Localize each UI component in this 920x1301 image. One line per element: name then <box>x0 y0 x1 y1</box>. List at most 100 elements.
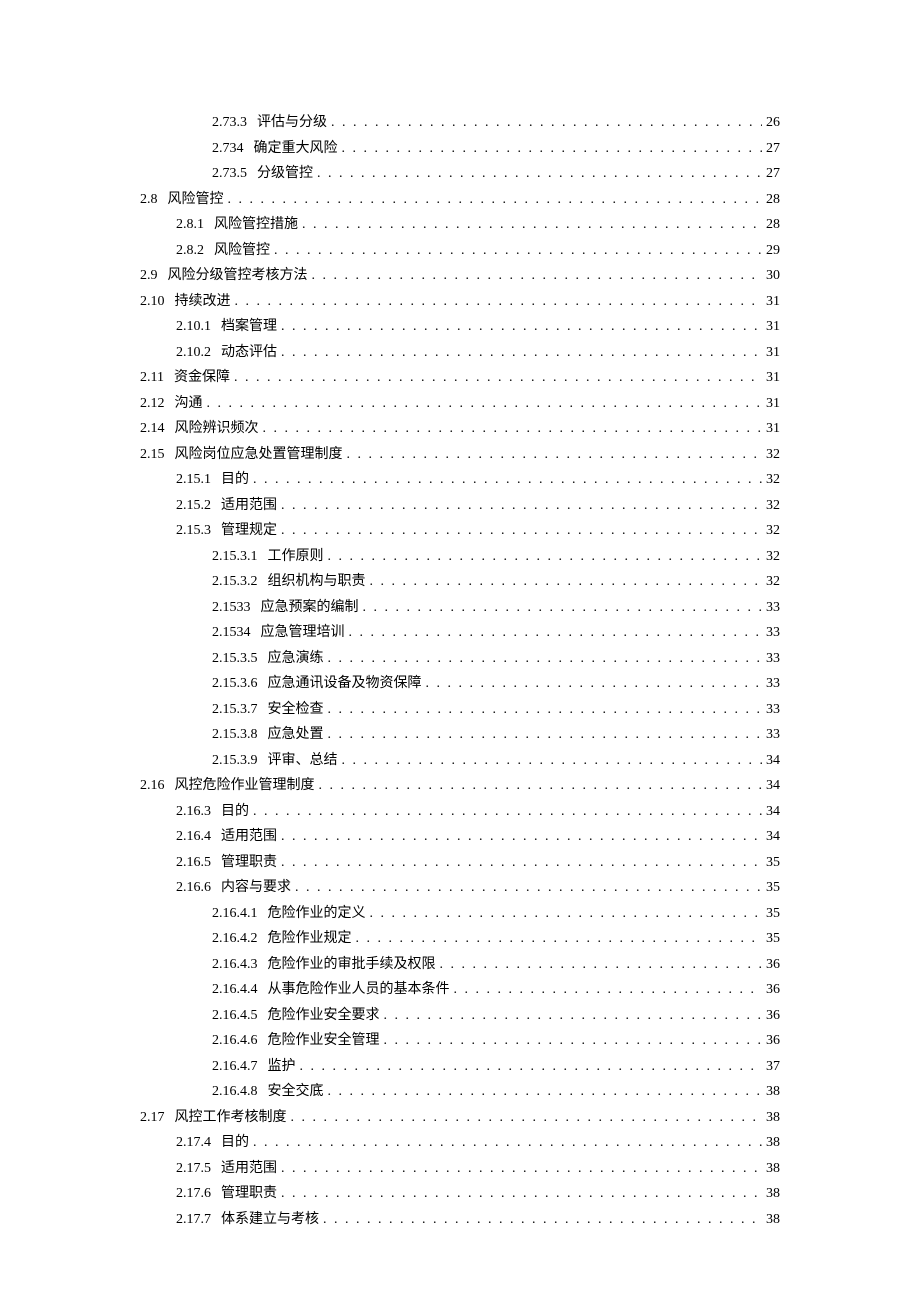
toc-entry-title: 安全交底 <box>268 1079 324 1105</box>
toc-entry-number: 2.16.4.2 <box>212 926 258 952</box>
toc-entry-page: 33 <box>766 595 780 621</box>
toc-leader-dots <box>342 748 763 774</box>
toc-entry-page: 28 <box>766 187 780 213</box>
toc-entry-title: 从事危险作业人员的基本条件 <box>268 977 450 1003</box>
toc-entry-title: 安全检查 <box>268 697 324 723</box>
toc-entry: 2.17.4目的38 <box>140 1130 780 1156</box>
toc-entry-page: 31 <box>766 289 780 315</box>
toc-entry-title: 评估与分级 <box>257 110 327 136</box>
toc-entry-page: 32 <box>766 442 780 468</box>
toc-entry-title: 风险管控 <box>214 238 270 264</box>
toc-entry-page: 32 <box>766 467 780 493</box>
toc-entry: 2.15.1目的32 <box>140 467 780 493</box>
toc-entry-title: 沟通 <box>175 391 203 417</box>
toc-leader-dots <box>281 314 762 340</box>
toc-entry-title: 内容与要求 <box>221 875 291 901</box>
toc-leader-dots <box>281 518 762 544</box>
toc-leader-dots <box>263 416 763 442</box>
toc-leader-dots <box>323 1207 762 1233</box>
toc-leader-dots <box>328 697 763 723</box>
toc-entry-page: 38 <box>766 1130 780 1156</box>
toc-entry: 2.16.4.2危险作业规定35 <box>140 926 780 952</box>
toc-list: 2.73.3评估与分级262.734确定重大风险272.73.5分级管控272.… <box>140 110 780 1232</box>
toc-entry: 2.17.5适用范围38 <box>140 1156 780 1182</box>
toc-entry: 2.16.6内容与要求35 <box>140 875 780 901</box>
toc-entry-title: 应急通讯设备及物资保障 <box>268 671 422 697</box>
toc-entry-title: 资金保障 <box>174 365 230 391</box>
toc-entry-page: 38 <box>766 1181 780 1207</box>
toc-entry: 2.734确定重大风险27 <box>140 136 780 162</box>
toc-entry-title: 风控危险作业管理制度 <box>175 773 315 799</box>
toc-entry-number: 2.17.7 <box>176 1207 211 1233</box>
toc-entry-number: 2.16.4.7 <box>212 1054 258 1080</box>
toc-entry-page: 29 <box>766 238 780 264</box>
toc-leader-dots <box>347 442 763 468</box>
toc-entry-title: 适用范围 <box>221 824 277 850</box>
toc-leader-dots <box>234 365 762 391</box>
toc-leader-dots <box>328 544 763 570</box>
toc-entry: 2.16.4.3危险作业的审批手续及权限36 <box>140 952 780 978</box>
toc-leader-dots <box>349 620 763 646</box>
toc-leader-dots <box>253 1130 762 1156</box>
toc-leader-dots <box>363 595 763 621</box>
toc-entry-number: 2.10.1 <box>176 314 211 340</box>
toc-entry-page: 30 <box>766 263 780 289</box>
toc-entry: 2.15.3.1工作原则32 <box>140 544 780 570</box>
toc-entry-number: 2.16.4 <box>176 824 211 850</box>
toc-entry-number: 2.15.3.8 <box>212 722 258 748</box>
toc-page: 2.73.3评估与分级262.734确定重大风险272.73.5分级管控272.… <box>0 0 920 1301</box>
toc-entry-number: 2.73.5 <box>212 161 247 187</box>
toc-entry-number: 2.9 <box>140 263 158 289</box>
toc-entry: 2.17.7体系建立与考核38 <box>140 1207 780 1233</box>
toc-entry-number: 2.10.2 <box>176 340 211 366</box>
toc-entry-page: 36 <box>766 977 780 1003</box>
toc-entry-title: 危险作业安全管理 <box>268 1028 380 1054</box>
toc-entry-number: 2.15.3.2 <box>212 569 258 595</box>
toc-entry-number: 2.16.4.4 <box>212 977 258 1003</box>
toc-leader-dots <box>312 263 763 289</box>
toc-entry-title: 动态评估 <box>221 340 277 366</box>
toc-entry-title: 评审、总结 <box>268 748 338 774</box>
toc-entry-page: 33 <box>766 620 780 646</box>
toc-leader-dots <box>253 799 762 825</box>
toc-entry: 2.17风控工作考核制度38 <box>140 1105 780 1131</box>
toc-entry-number: 2.16.5 <box>176 850 211 876</box>
toc-entry: 2.16.4.5危险作业安全要求36 <box>140 1003 780 1029</box>
toc-entry: 2.16.4.4 从事危险作业人员的基本条件 36 <box>140 977 780 1003</box>
toc-leader-dots <box>331 110 762 136</box>
toc-entry-title: 监护 <box>268 1054 296 1080</box>
toc-entry-title: 管理职责 <box>221 1181 277 1207</box>
toc-entry-page: 36 <box>766 952 780 978</box>
toc-entry-number: 2.16.3 <box>176 799 211 825</box>
toc-entry-title: 分级管控 <box>257 161 313 187</box>
toc-entry-title: 目的 <box>221 799 249 825</box>
toc-entry-number: 2.14 <box>140 416 165 442</box>
toc-entry: 2.15.3.8应急处置33 <box>140 722 780 748</box>
toc-entry-title: 应急预案的编制 <box>261 595 359 621</box>
toc-entry-number: 2.15.3.5 <box>212 646 258 672</box>
toc-entry: 2.15.3.9评审、总结34 <box>140 748 780 774</box>
toc-entry-page: 38 <box>766 1156 780 1182</box>
toc-entry-number: 2.17.6 <box>176 1181 211 1207</box>
toc-entry-title: 管理职责 <box>221 850 277 876</box>
toc-entry: 2.12沟通31 <box>140 391 780 417</box>
toc-entry-page: 34 <box>766 748 780 774</box>
toc-entry-page: 37 <box>766 1054 780 1080</box>
toc-entry-number: 2.16.4.1 <box>212 901 258 927</box>
toc-entry: 2.1533应急预案的编制33 <box>140 595 780 621</box>
toc-entry-title: 危险作业安全要求 <box>268 1003 380 1029</box>
toc-entry-number: 2.12 <box>140 391 165 417</box>
toc-entry-title: 适用范围 <box>221 1156 277 1182</box>
toc-entry-title: 风险管控 <box>168 187 224 213</box>
toc-entry-number: 2.73.3 <box>212 110 247 136</box>
toc-leader-dots <box>317 161 762 187</box>
toc-entry-page: 38 <box>766 1079 780 1105</box>
toc-leader-dots <box>342 136 763 162</box>
toc-entry: 2.15风险岗位应急处置管理制度32 <box>140 442 780 468</box>
toc-entry-title: 危险作业的定义 <box>268 901 366 927</box>
toc-entry-number: 2.16.4.8 <box>212 1079 258 1105</box>
toc-entry: 2.16.5管理职责35 <box>140 850 780 876</box>
toc-entry-title: 工作原则 <box>268 544 324 570</box>
toc-leader-dots <box>300 1054 763 1080</box>
toc-entry-number: 2.15.3.1 <box>212 544 258 570</box>
